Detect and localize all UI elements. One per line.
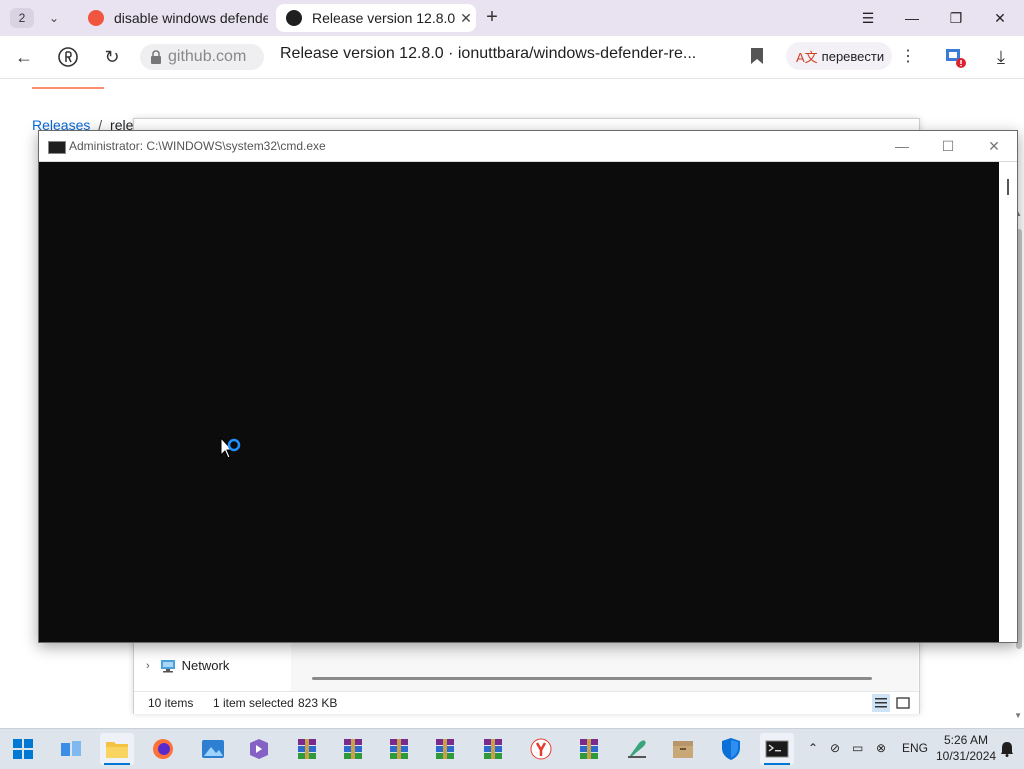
file-explorer-icon[interactable] [100,733,134,765]
display-icon[interactable]: ▭ [852,741,863,755]
tab-title: Release version 12.8.0 · [312,10,456,26]
browser-tab-bar: 2 ⌄ disable windows defender Release ver… [0,0,1024,36]
firefox-icon[interactable] [146,733,180,765]
cmd-console-area[interactable] [39,162,999,642]
translate-button[interactable]: A文 перевести [786,42,892,70]
network-icon [160,659,175,672]
cmd-close-button[interactable]: ✕ [979,135,1009,157]
windows-start-icon[interactable] [6,733,40,765]
explorer-horizontal-scrollbar[interactable] [312,677,872,680]
chevron-right-icon[interactable]: › [146,660,150,672]
command-prompt-icon[interactable] [760,733,794,765]
nav-item-network[interactable]: › Network [146,658,229,673]
status-selected: 1 item selected [213,696,294,710]
cmd-scrollbar[interactable] [999,162,1017,642]
clock-date: 10/31/2024 [936,749,997,763]
more-options-icon[interactable]: ⋮ [898,44,918,70]
bookmark-icon[interactable] [750,47,764,65]
visual-studio-installer-icon[interactable] [242,733,276,765]
tab-close-icon[interactable]: ✕ [456,10,476,27]
yandex-favicon-icon [88,10,104,26]
yandex-logo-icon[interactable] [54,44,82,70]
close-button[interactable]: ✕ [986,6,1014,30]
lock-icon [151,50,161,64]
clock-time: 5:26 AM [943,733,989,747]
status-size: 823 KB [298,696,338,710]
active-app-indicator [104,763,130,765]
winrar-icon[interactable] [290,733,324,765]
details-view-icon[interactable] [872,694,890,712]
explorer-status-bar: 10 items 1 item selected 823 KB [134,691,919,714]
photos-icon[interactable] [196,733,230,765]
yandex-browser-icon[interactable] [524,733,558,765]
status-item-count: 10 items [148,696,194,710]
notification-bell-icon[interactable] [1000,741,1014,757]
sync-status-icon[interactable]: ⊘ [830,741,840,755]
new-tab-button[interactable]: + [480,6,504,30]
extension-warning-icon[interactable] [944,46,966,68]
language-indicator[interactable]: ENG [902,741,928,755]
translate-icon: A文 [796,49,818,65]
cmd-title-bar[interactable]: Administrator: C:\WINDOWS\system32\cmd.e… [39,131,1017,162]
url-page-title[interactable]: Release version 12.8.0 · ionuttbara/wind… [280,45,740,63]
feather-app-icon[interactable] [620,733,654,765]
tab-disable-windows-defender[interactable]: disable windows defender [78,4,268,32]
back-arrow-icon[interactable]: ← [10,44,38,70]
tab-title: disable windows defender [114,10,268,26]
cmd-maximize-button[interactable]: ☐ [933,135,963,157]
archive-box-icon[interactable] [666,733,700,765]
network-disconnected-icon[interactable]: ⊗ [876,741,886,755]
tab-count-badge[interactable]: 2 [10,8,34,28]
browser-menu-button[interactable]: ☰ [854,6,882,30]
address-bar: ← ↻ github.com Release version 12.8.0 · … [0,36,1024,79]
tab-release-version[interactable]: Release version 12.8.0 · ✕ [276,4,476,32]
active-app-indicator [764,763,790,765]
restore-button[interactable]: ❐ [942,6,970,30]
cmd-minimize-button[interactable]: — [887,135,917,157]
cmd-window[interactable]: Administrator: C:\WINDOWS\system32\cmd.e… [38,130,1018,643]
domain-text: github.com [168,48,247,65]
system-clock[interactable]: 5:26 AM 10/31/2024 [936,732,996,764]
winrar-icon[interactable] [382,733,416,765]
winrar-icon[interactable] [336,733,370,765]
large-icons-view-icon[interactable] [894,694,912,712]
windows-security-icon[interactable] [714,733,748,765]
show-hidden-icons-chevron-icon[interactable]: ⌃ [808,741,818,755]
windows-taskbar: ⌃ ⊘ ▭ ⊗ ENG 5:26 AM 10/31/2024 [0,728,1024,769]
tabs-dropdown-chevron-icon[interactable]: ⌄ [42,8,66,28]
winrar-icon[interactable] [572,733,606,765]
translate-label: перевести [821,48,885,64]
task-view-icon[interactable] [54,733,88,765]
cmd-scrollbar-thumb[interactable] [1007,179,1009,195]
winrar-icon[interactable] [476,733,510,765]
reload-icon[interactable]: ↻ [98,44,126,70]
page-scroll-down-icon[interactable]: ▼ [1014,711,1022,720]
busy-cursor-icon [220,437,241,459]
github-favicon-icon [286,10,302,26]
cmd-window-title: Administrator: C:\WINDOWS\system32\cmd.e… [69,139,326,153]
site-info-pill[interactable]: github.com [140,44,264,70]
cmd-app-icon [48,141,66,154]
minimize-button[interactable]: — [898,6,926,30]
winrar-icon[interactable] [428,733,462,765]
download-icon[interactable]: ⤓ [990,44,1012,70]
nav-item-label: Network [181,658,230,673]
active-tab-underline [32,87,104,89]
